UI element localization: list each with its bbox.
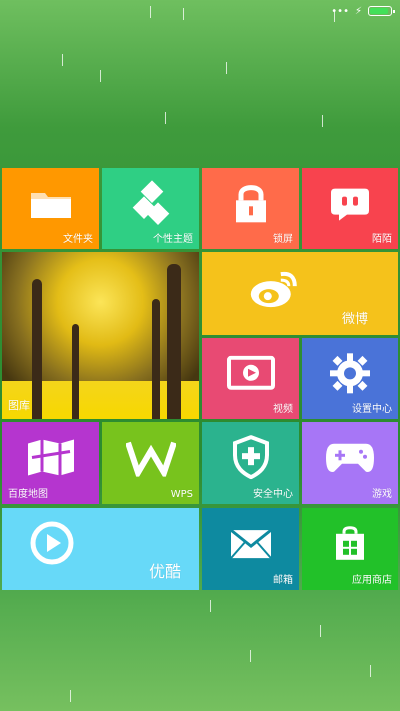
tile-mail[interactable]: 邮箱 <box>202 508 299 590</box>
tile-lockscreen[interactable]: 锁屏 <box>202 168 299 249</box>
store-bag-icon <box>333 526 367 566</box>
tile-gallery[interactable]: 图库 <box>2 252 199 419</box>
map-icon <box>26 437 76 481</box>
tile-video[interactable]: 视频 <box>202 338 299 419</box>
tile-folder[interactable]: 文件夹 <box>2 168 99 249</box>
status-bar: ••• ⚡ <box>331 4 395 18</box>
tile-weibo[interactable]: 微博 <box>202 252 398 335</box>
rain-drop <box>210 600 211 612</box>
tile-label: 锁屏 <box>273 234 293 245</box>
tile-label: 陌陌 <box>372 234 392 245</box>
tile-wps[interactable]: WPS <box>102 422 199 504</box>
folder-icon <box>28 186 74 224</box>
theme-icon <box>126 177 176 231</box>
tile-label: 游戏 <box>372 489 392 500</box>
tile-label: 设置中心 <box>352 404 392 415</box>
tile-security[interactable]: 安全中心 <box>202 422 299 504</box>
rain-drop <box>100 70 101 82</box>
tile-settings[interactable]: 设置中心 <box>302 338 398 419</box>
rain-drop <box>150 6 151 18</box>
play-icon <box>29 520 75 570</box>
tile-label: 文件夹 <box>63 234 93 245</box>
lock-icon <box>233 182 269 228</box>
rain-drop <box>62 54 63 66</box>
tile-baidu-map[interactable]: 百度地图 <box>2 422 99 504</box>
tile-theme[interactable]: 个性主题 <box>102 168 199 249</box>
weibo-icon <box>247 266 303 314</box>
rain-drop <box>370 665 371 677</box>
gamepad-icon <box>324 440 376 480</box>
gear-icon <box>329 352 371 398</box>
rain-drop <box>320 625 321 637</box>
tile-label: 优酷 <box>148 562 181 581</box>
video-icon <box>226 355 275 395</box>
rain-drop <box>226 62 227 74</box>
tile-youku[interactable]: 优酷 <box>2 508 199 590</box>
tile-label: 图库 <box>8 399 30 412</box>
rain-drop <box>165 112 166 124</box>
tile-label: 微博 <box>341 312 368 327</box>
tile-label: 个性主题 <box>153 234 193 245</box>
rain-drop <box>70 690 71 702</box>
tile-label: 视频 <box>273 404 293 415</box>
shield-icon <box>232 435 270 483</box>
tile-app-store[interactable]: 应用商店 <box>302 508 398 590</box>
rain-drop <box>250 650 251 662</box>
tile-label: 应用商店 <box>352 575 392 586</box>
tile-games[interactable]: 游戏 <box>302 422 398 504</box>
tile-label: 邮箱 <box>273 575 293 586</box>
tile-label: 安全中心 <box>253 489 293 500</box>
tile-label: WPS <box>170 489 193 500</box>
rain-drop <box>183 8 184 20</box>
signal-dots: ••• <box>331 5 349 17</box>
mail-icon <box>229 528 273 564</box>
wps-icon <box>124 439 177 481</box>
momo-icon <box>329 184 371 226</box>
charging-icon: ⚡ <box>354 5 362 17</box>
rain-drop <box>322 115 323 127</box>
tile-label: 百度地图 <box>8 489 48 500</box>
battery-icon <box>368 6 395 16</box>
tile-momo[interactable]: 陌陌 <box>302 168 398 249</box>
